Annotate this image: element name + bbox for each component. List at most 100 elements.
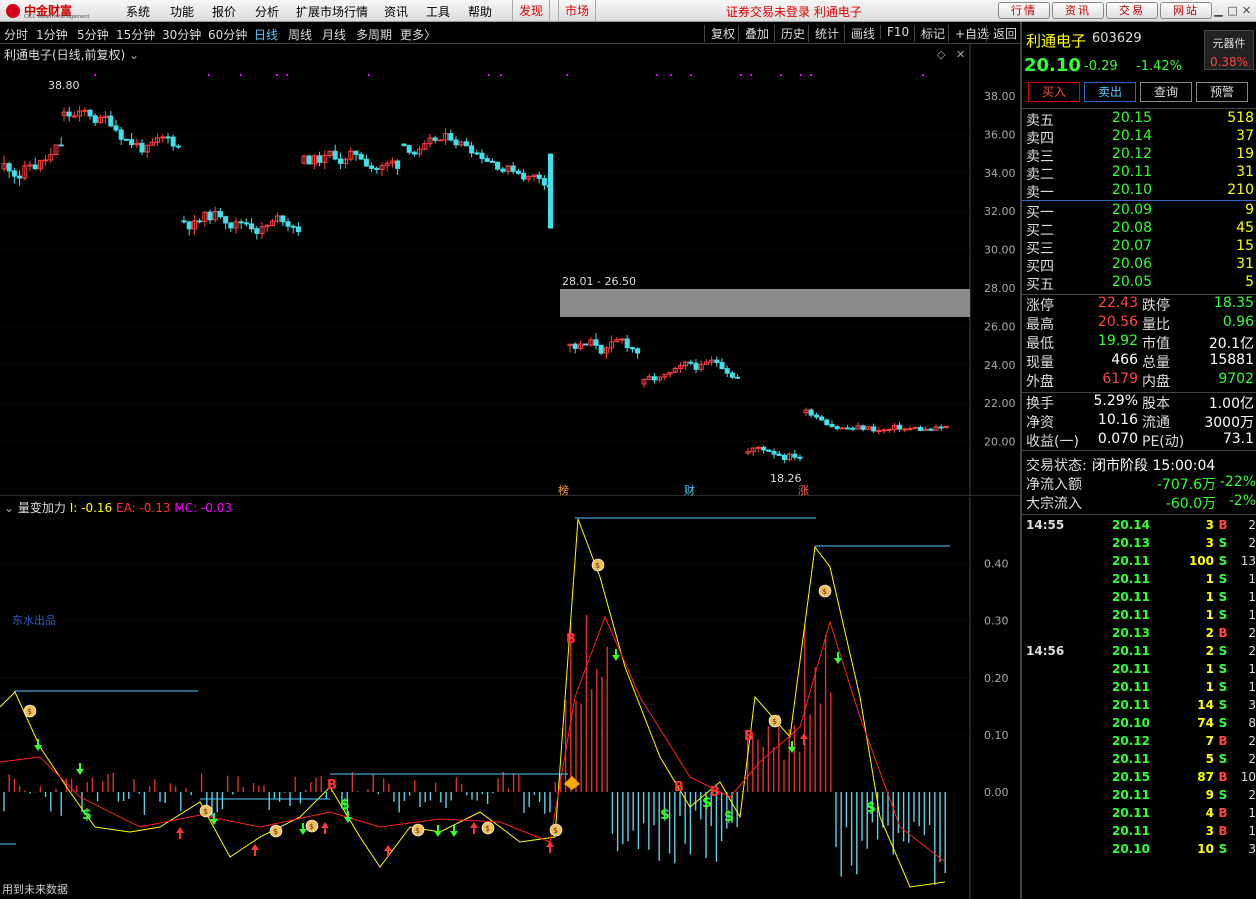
candle-body [453, 139, 459, 146]
price-change-pct: -1.42% [1136, 59, 1182, 74]
svg-text:$: $ [485, 824, 490, 833]
price-axis-label: 38.00 [984, 90, 1016, 103]
tick-row: 20.11 4 B 1 [1022, 806, 1256, 824]
top-button-trade[interactable]: 交易 [1106, 2, 1158, 19]
period-15min[interactable]: 15分钟 [116, 26, 155, 43]
login-status-text: 证券交易未登录 [726, 5, 811, 19]
menu-news[interactable]: 资讯 [384, 3, 408, 20]
menu-analysis[interactable]: 分析 [255, 3, 279, 20]
ask-level-4[interactable]: 卖四 20.14 37 [1022, 128, 1256, 147]
tick-side: S [1218, 554, 1228, 568]
stat-row: 外盘 6179 内盘 9702 [1022, 371, 1256, 390]
buy-button[interactable]: 买入 [1028, 82, 1080, 102]
net-inflow-row: 净流入额 -707.6万 -22% [1022, 474, 1256, 493]
stat-label: 涨停 [1026, 298, 1054, 314]
tick-list[interactable]: 14:55 20.14 3 B 2 20.13 3 S 2 20.11 100 … [1022, 516, 1256, 866]
tool-back[interactable]: 返回 [986, 25, 1017, 42]
period-multi[interactable]: 多周期 [356, 26, 392, 43]
close-icon[interactable]: ✕ [1240, 4, 1253, 17]
candle-body [548, 153, 553, 229]
tool-draw[interactable]: 画线 [844, 25, 875, 42]
ask-level-3[interactable]: 卖三 20.12 19 [1022, 146, 1256, 165]
indicator-chart[interactable]: 0.400.300.200.100.00 $$$$ $ $ $$$$$$$$$$BBB… [0, 497, 1020, 899]
period-1min[interactable]: 1分钟 [36, 26, 68, 43]
sector-tag[interactable]: 元器件 0.38% [1204, 30, 1254, 70]
tick-row: 20.13 3 S 2 [1022, 536, 1256, 554]
tick-price: 20.13 [1112, 626, 1150, 640]
tool-history[interactable]: 历史 [774, 25, 805, 42]
query-button[interactable]: 查询 [1140, 82, 1192, 102]
candle-body [197, 220, 203, 223]
candle-body [651, 376, 657, 381]
stat-label: 最低 [1026, 336, 1054, 352]
candle-body [401, 143, 407, 147]
candle-body [160, 136, 166, 139]
candle-body [58, 144, 64, 147]
period-more[interactable]: 更多〉 [400, 26, 436, 43]
bid-level-3[interactable]: 买三 20.07 15 [1022, 238, 1256, 257]
candle-body [761, 446, 767, 451]
period-monthly[interactable]: 月线 [322, 26, 346, 43]
ask-level-1[interactable]: 卖一 20.10 210 [1022, 182, 1256, 201]
candle-body [448, 133, 454, 141]
chart-diamond-icon[interactable]: ◇ [937, 48, 946, 61]
tool-overlay[interactable]: 叠加 [738, 25, 769, 42]
menu-discover[interactable]: 发现 [512, 0, 551, 22]
period-30min[interactable]: 30分钟 [162, 26, 201, 43]
stat-row: 最高 20.56 量比 0.96 [1022, 314, 1256, 333]
chart-close-icon[interactable]: ✕ [956, 48, 965, 61]
top-button-website[interactable]: 网站 [1160, 2, 1212, 19]
tool-adjust[interactable]: 复权 [704, 25, 735, 42]
alert-button[interactable]: 预警 [1196, 82, 1248, 102]
tick-row: 20.13 2 B 2 [1022, 626, 1256, 644]
bid-level-5-price: 20.05 [1111, 274, 1152, 290]
candlestick-chart[interactable]: 38.00 36.00 34.00 32.00 30.00 28.00 26.00 24.00… [0, 44, 1020, 496]
tick-side: S [1218, 662, 1228, 676]
maximize-icon[interactable]: □ [1226, 4, 1239, 17]
bid-level-3-label: 买三 [1026, 241, 1054, 257]
menu-tools[interactable]: 工具 [426, 3, 450, 20]
menu-quote[interactable]: 报价 [212, 3, 236, 20]
candle-body [495, 161, 501, 170]
minimize-icon[interactable]: ▁ [1212, 4, 1225, 17]
period-5min[interactable]: 5分钟 [77, 26, 109, 43]
tool-mark[interactable]: 标记 [914, 25, 945, 42]
tick-volume: 10 [1197, 842, 1214, 856]
chart-options-icon[interactable]: ⌄ [129, 48, 139, 62]
menu-system[interactable]: 系统 [126, 3, 150, 20]
tool-stats[interactable]: 统计 [808, 25, 839, 42]
sell-button[interactable]: 卖出 [1084, 82, 1136, 102]
period-daily[interactable]: 日线 [254, 26, 278, 43]
ask-level-5[interactable]: 卖五 20.15 518 [1022, 110, 1256, 129]
event-dot [286, 74, 288, 76]
period-60min[interactable]: 60分钟 [208, 26, 247, 43]
fundamental-value: 10.16 [1097, 412, 1138, 428]
menu-function[interactable]: 功能 [170, 3, 194, 20]
tick-side: S [1218, 698, 1228, 712]
indicator-toggle-icon[interactable]: ⌄ [4, 501, 14, 515]
money-bag-icon: $ [768, 714, 782, 728]
tool-add-watchlist[interactable]: +自选 [948, 25, 989, 42]
period-intraday[interactable]: 分时 [4, 26, 28, 43]
tick-volume: 100 [1188, 554, 1214, 568]
tick-volume: 4 [1205, 806, 1214, 820]
menu-market[interactable]: 市场 [558, 0, 597, 22]
bid-level-2[interactable]: 买二 20.08 45 [1022, 220, 1256, 239]
top-button-news[interactable]: 资讯 [1052, 2, 1104, 19]
menu-extended-market[interactable]: 扩展市场行情 [296, 3, 368, 20]
tick-row: 20.11 1 S 1 [1022, 572, 1256, 590]
ask-level-2[interactable]: 卖二 20.11 31 [1022, 164, 1256, 183]
period-weekly[interactable]: 周线 [288, 26, 312, 43]
tick-price: 20.11 [1112, 554, 1150, 568]
stat-value: 20.56 [1097, 314, 1138, 330]
event-dot [780, 74, 782, 76]
bid-level-4[interactable]: 买四 20.06 31 [1022, 256, 1256, 275]
bid-level-1[interactable]: 买一 20.09 9 [1022, 202, 1256, 221]
tick-price: 20.11 [1112, 590, 1150, 604]
top-button-quotes[interactable]: 行情 [998, 2, 1050, 19]
sell-arrow-icon [34, 739, 42, 751]
tool-f10[interactable]: F10 [880, 25, 909, 39]
bid-level-5[interactable]: 买五 20.05 5 [1022, 274, 1256, 293]
menu-help[interactable]: 帮助 [468, 3, 492, 20]
bid-level-4-label: 买四 [1026, 259, 1054, 275]
